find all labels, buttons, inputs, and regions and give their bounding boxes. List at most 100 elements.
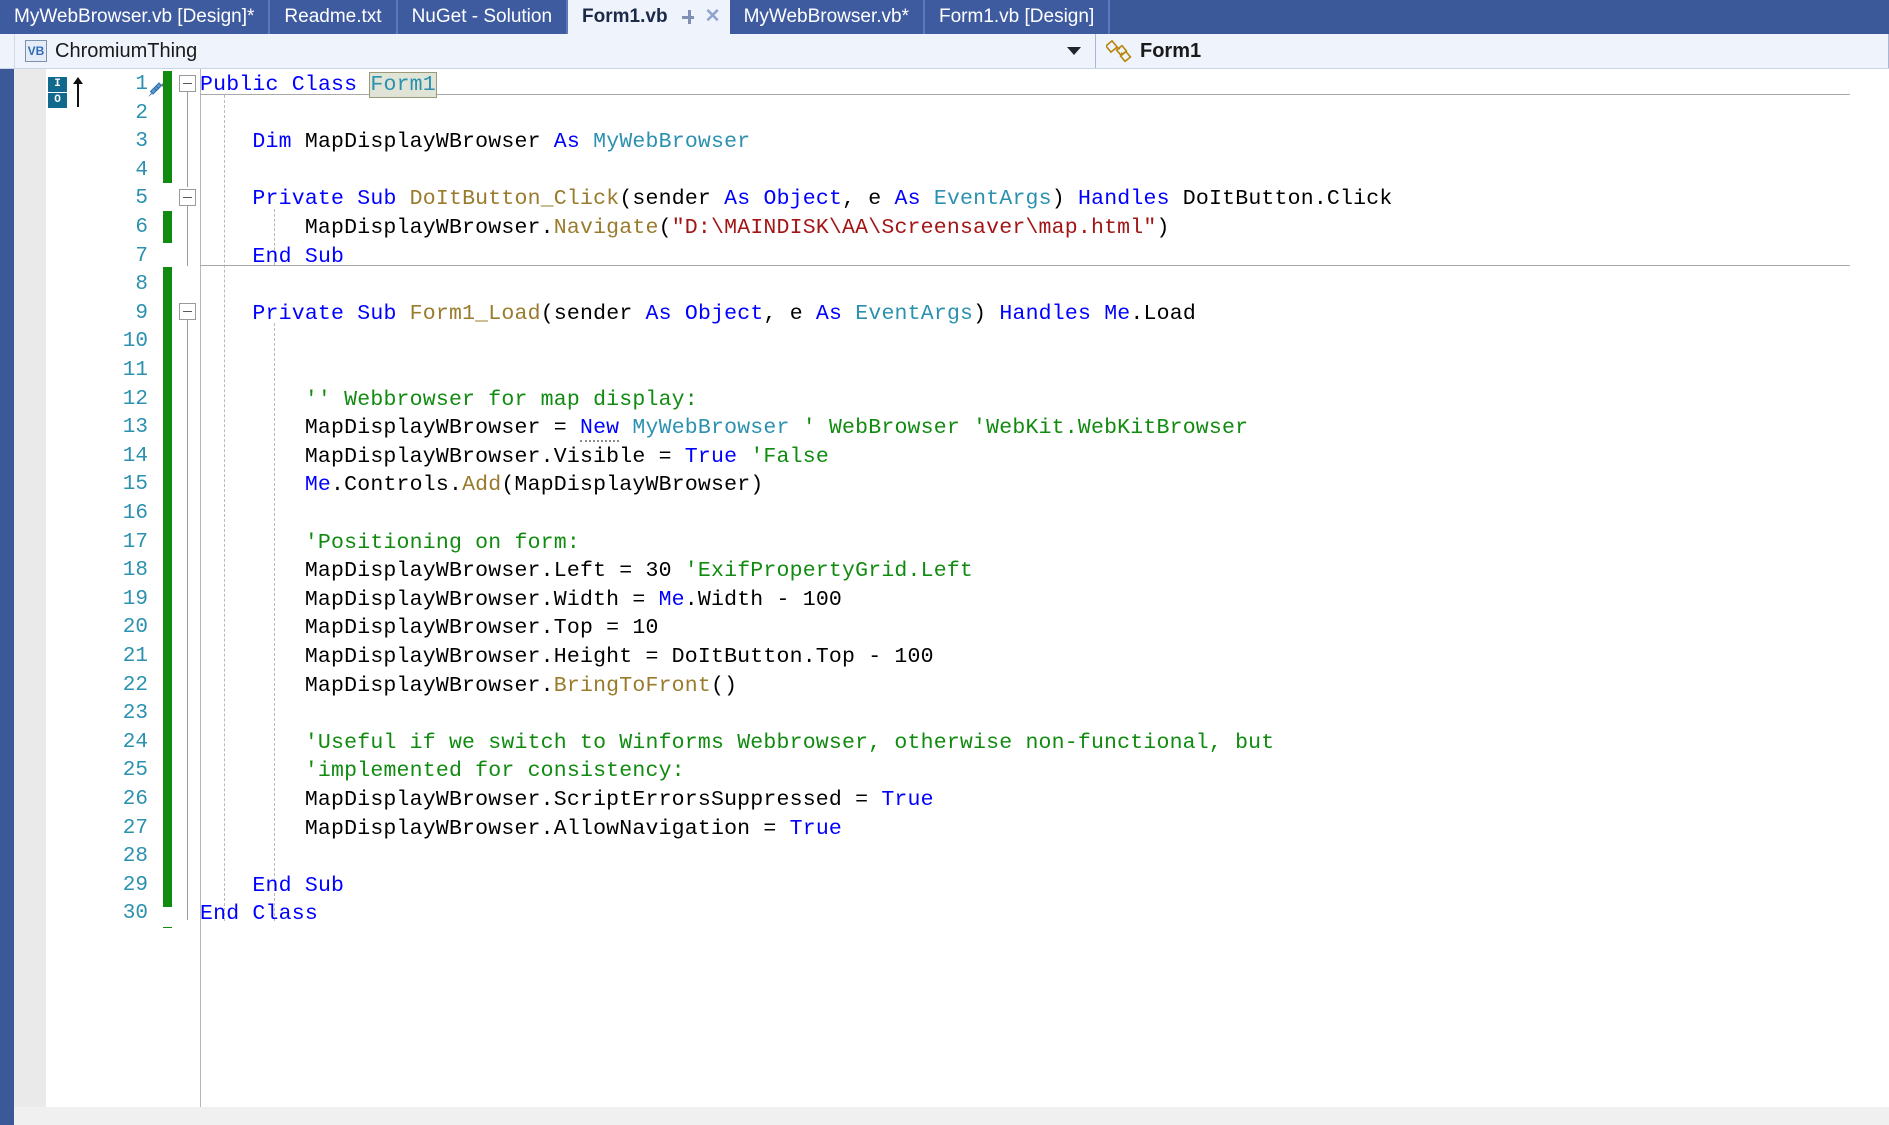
pin-icon[interactable] <box>680 9 696 25</box>
code-token: As <box>724 187 751 212</box>
change-bar <box>163 927 172 928</box>
code-line-27[interactable]: MapDisplayWBrowser.AllowNavigation = Tru… <box>200 815 842 844</box>
code-line-29[interactable]: End Sub <box>200 872 344 901</box>
code-token: Sub <box>304 244 345 269</box>
code-token: MapDisplayWBrowser.AllowNavigation = <box>200 816 790 841</box>
outlining-margin[interactable] <box>176 69 201 1125</box>
code-line-25[interactable]: 'implemented for consistency: <box>200 757 685 786</box>
code-token: MyWebBrowser <box>632 416 790 441</box>
code-token: Me <box>1104 301 1131 326</box>
tab-label: NuGet - Solution <box>411 6 553 27</box>
line-number: 30 <box>122 902 148 926</box>
tab-label: Form1.vb [Design] <box>939 6 1095 27</box>
code-editor-pane[interactable]: I O 1 2 3 4 5 6 7 8 9 10 11 12 13 14 15 … <box>0 69 1889 1125</box>
code-line-18[interactable]: MapDisplayWBrowser.Left = 30 'ExifProper… <box>200 557 973 586</box>
code-line-15[interactable]: Me.Controls.Add(MapDisplayWBrowser) <box>200 471 763 500</box>
code-token: Handles <box>999 301 1092 326</box>
code-token: Sub <box>357 301 397 326</box>
close-icon[interactable]: ✕ <box>704 7 722 26</box>
collapse-box-line-1[interactable] <box>179 75 196 92</box>
code-line-19[interactable]: MapDisplayWBrowser.Width = Me.Width - 10… <box>200 586 842 615</box>
line-number: 8 <box>135 273 148 297</box>
code-token: MapDisplayWBrowser.Left = 30 <box>200 559 685 584</box>
tab-strip-filler <box>1110 0 1889 34</box>
member-dropdown[interactable]: Form1 <box>1096 34 1889 68</box>
code-token: MapDisplayWBrowser. <box>200 216 554 240</box>
code-line-17[interactable]: 'Positioning on form: <box>200 529 580 558</box>
code-line-26[interactable]: MapDisplayWBrowser.ScriptErrorsSuppresse… <box>200 786 934 815</box>
code-token: As <box>815 301 843 326</box>
code-line-6[interactable]: MapDisplayWBrowser.Navigate("D:\MAINDISK… <box>200 214 1170 243</box>
code-line-21[interactable]: MapDisplayWBrowser.Height = DoItButton.T… <box>200 643 934 672</box>
tab-form1-vb-active[interactable]: Form1.vb ✕ <box>568 0 730 34</box>
collapse-box-line-5[interactable] <box>179 189 196 206</box>
tab-nuget-solution[interactable]: NuGet - Solution <box>397 0 569 34</box>
code-line-12[interactable]: '' Webbrowser for map display: <box>200 386 698 415</box>
code-line-22[interactable]: MapDisplayWBrowser.BringToFront() <box>200 672 737 701</box>
project-type-dropdown[interactable]: VB ChromiumThing <box>15 34 1096 68</box>
tab-mywebbrowser-vb[interactable]: MyWebBrowser.vb* <box>729 0 925 34</box>
visual-studio-code-editor-window: MyWebBrowser.vb [Design]* Readme.txt NuG… <box>0 0 1889 1125</box>
tab-readme-txt[interactable]: Readme.txt <box>270 0 398 34</box>
horizontal-scrollbar[interactable] <box>14 1107 1889 1125</box>
code-line-9[interactable]: Private Sub Form1_Load(sender As Object,… <box>200 300 1196 329</box>
code-token: MyWebBrowser <box>593 130 751 155</box>
code-token: MapDisplayWBrowser = <box>200 416 580 441</box>
code-text-area[interactable]: Public Class Form1 Dim MapDisplayWBrowse… <box>176 69 1889 1125</box>
code-token: EventArgs <box>933 187 1052 212</box>
code-lines[interactable]: Public Class Form1 Dim MapDisplayWBrowse… <box>200 69 1889 1125</box>
code-line-7[interactable]: End Sub <box>200 243 344 272</box>
code-line-24[interactable]: 'Useful if we switch to Winforms Webbrow… <box>200 729 1274 758</box>
project-type-dropdown-value: ChromiumThing <box>55 39 198 62</box>
code-token: 'implemented for consistency: <box>304 759 685 784</box>
chevron-down-icon[interactable] <box>1067 47 1081 55</box>
code-line-14[interactable]: MapDisplayWBrowser.Visible = True 'False <box>200 443 829 472</box>
code-token: .Load <box>1130 301 1196 326</box>
glyph-margin[interactable] <box>14 69 46 1109</box>
code-line-5[interactable]: Private Sub DoItButton_Click(sender As O… <box>200 185 1392 214</box>
outline-separator <box>200 265 1850 266</box>
code-token: ( <box>658 216 672 240</box>
code-token: ( <box>540 301 554 326</box>
editor-tab-strip: MyWebBrowser.vb [Design]* Readme.txt NuG… <box>0 0 1889 34</box>
code-line-30[interactable]: End Class <box>200 900 318 929</box>
code-line-20[interactable]: MapDisplayWBrowser.Top = 10 <box>200 614 659 643</box>
change-bar <box>163 267 172 907</box>
code-line-1[interactable]: Public Class Form1 <box>200 71 437 100</box>
tab-label: MyWebBrowser.vb* <box>743 6 909 27</box>
line-number: 25 <box>122 759 148 783</box>
code-line-13[interactable]: MapDisplayWBrowser = New MyWebBrowser ' … <box>200 414 1248 443</box>
code-token: Public <box>200 73 279 97</box>
code-token: MapDisplayWBrowser.Top = 10 <box>200 616 659 641</box>
line-number: 29 <box>122 873 148 897</box>
line-number: 1 <box>135 73 148 96</box>
code-token: Object <box>763 187 843 212</box>
code-line-3[interactable]: Dim MapDisplayWBrowser As MyWebBrowser <box>200 128 750 157</box>
line-number: 14 <box>122 444 148 468</box>
code-token: Me <box>658 587 685 612</box>
code-token: As <box>645 301 672 326</box>
line-number: 13 <box>122 416 148 440</box>
code-token: '' Webbrowser for map display: <box>304 387 698 412</box>
tab-mywebbrowser-vb-design[interactable]: MyWebBrowser.vb [Design]* <box>0 0 271 34</box>
code-token: Dim <box>252 130 292 155</box>
line-number: 7 <box>135 244 148 268</box>
tab-form1-vb-design[interactable]: Form1.vb [Design] <box>925 0 1111 34</box>
code-token: Handles <box>1077 187 1170 212</box>
collapse-box-line-9[interactable] <box>179 303 196 320</box>
indicator-glyph-bottom: O <box>54 94 61 106</box>
